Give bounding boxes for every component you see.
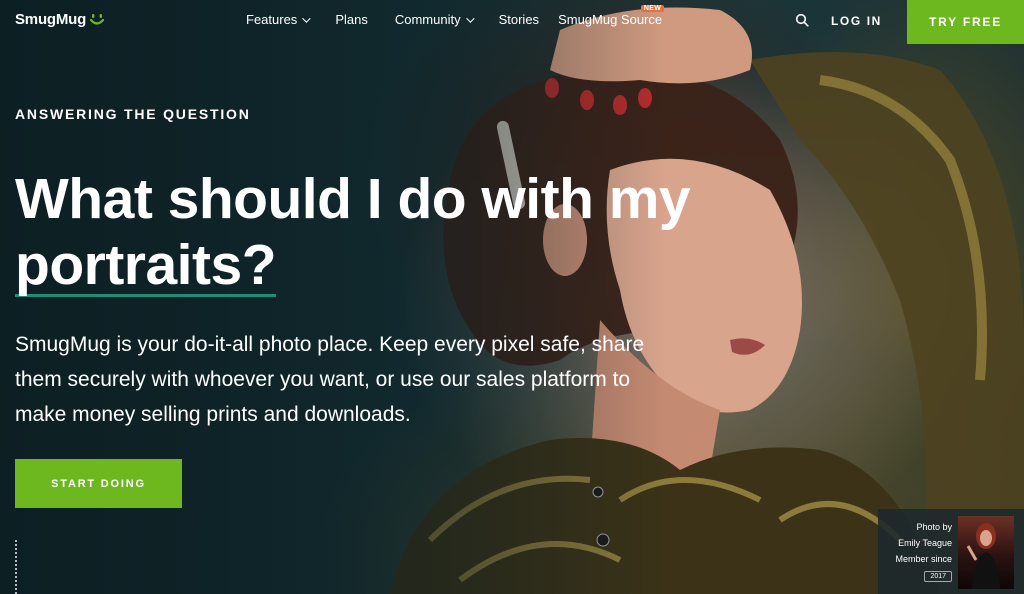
logo-text: SmugMug (15, 11, 87, 28)
new-badge: NEW (640, 5, 665, 12)
nav-item-community[interactable]: Community (394, 12, 475, 27)
hero-headline: What should I do with my portraits? (15, 166, 735, 298)
chevron-down-icon (465, 13, 475, 23)
login-link[interactable]: LOG IN (831, 14, 882, 28)
nav-item-label: Community (394, 12, 461, 27)
nav-item-smugmug-source[interactable]: SmugMug Source NEW (558, 5, 665, 27)
nav-item-plans[interactable]: Plans (335, 12, 368, 27)
logo[interactable]: SmugMug (15, 11, 105, 28)
try-free-button[interactable]: TRY FREE (907, 0, 1024, 44)
hero-eyebrow: ANSWERING THE QUESTION (15, 106, 251, 122)
scroll-indicator (15, 540, 17, 594)
chevron-down-icon (302, 13, 311, 23)
credit-member-since: Member since (895, 554, 952, 564)
nav-item-label: Features (246, 12, 298, 27)
top-navigation: SmugMug Features Plans Community Stories… (0, 0, 1024, 44)
credit-label: Photo by (916, 522, 952, 532)
nav-item-label: SmugMug Source (558, 12, 663, 27)
hero-description: SmugMug is your do-it-all photo place. K… (15, 333, 645, 426)
photographer-avatar (958, 516, 1014, 589)
nav-item-features[interactable]: Features (246, 12, 311, 27)
photo-credit-card[interactable]: Photo by Emily Teague Member since 2017 (878, 509, 1024, 594)
headline-line-2: portraits? (15, 233, 277, 297)
nav-links: Features Plans Community Stories SmugMug… (246, 5, 665, 27)
nav-item-label: Plans (335, 12, 368, 27)
headline-line-1: What should I do with my (15, 167, 691, 231)
start-doing-button[interactable]: START DOING (15, 459, 182, 508)
credit-year-badge: 2017 (924, 571, 952, 582)
search-icon[interactable] (795, 13, 809, 27)
nav-item-stories[interactable]: Stories (499, 12, 539, 27)
logo-smile-icon (89, 13, 105, 25)
nav-item-label: Stories (498, 12, 540, 27)
photo-credit-text: Photo by Emily Teague Member since 2017 (878, 516, 958, 594)
credit-photographer: Emily Teague (898, 538, 952, 548)
